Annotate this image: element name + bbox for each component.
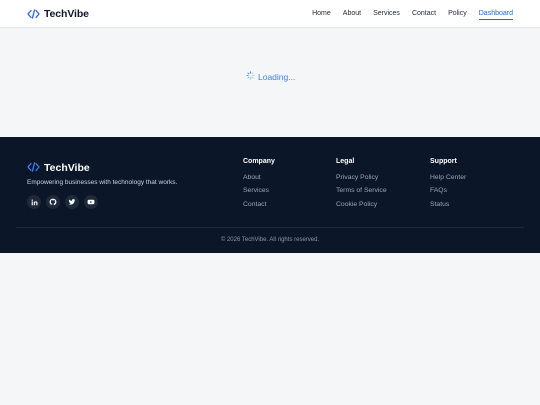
nav-home[interactable]: Home	[312, 8, 331, 19]
footer-divider	[16, 227, 524, 228]
nav-contact[interactable]: Contact	[412, 8, 436, 19]
site-footer: TechVibe Empowering businesses with tech…	[0, 137, 540, 253]
footer-column-support: Support Help Center FAQs Status	[430, 158, 466, 214]
github-link[interactable]	[46, 195, 60, 209]
spinner-icon	[246, 71, 255, 82]
footer-link-help-center[interactable]: Help Center	[430, 174, 466, 181]
nav-services[interactable]: Services	[373, 8, 400, 19]
linkedin-icon	[31, 199, 38, 206]
linkedin-link[interactable]	[27, 195, 41, 209]
twitter-link[interactable]	[65, 195, 79, 209]
footer-column-title: Support	[430, 158, 457, 165]
site-header: TechVibe Home About Services Contact Pol…	[0, 0, 540, 27]
main-content: Loading...	[0, 27, 540, 137]
brand-name: TechVibe	[44, 7, 89, 20]
loading-text: Loading...	[258, 71, 296, 82]
footer-link-terms-of-service[interactable]: Terms of Service	[336, 187, 387, 194]
github-icon	[49, 198, 57, 206]
footer-link-services[interactable]: Services	[243, 187, 275, 194]
code-icon	[27, 159, 40, 177]
footer-link-about[interactable]: About	[243, 174, 275, 181]
nav-about[interactable]: About	[343, 8, 361, 19]
code-icon	[27, 8, 40, 19]
copyright-text: © 2026 TechVibe. All rights reserved.	[220, 237, 320, 243]
footer-column-company: Company About Services Contact	[243, 158, 275, 214]
footer-column-title: Legal	[336, 158, 355, 165]
twitter-icon	[68, 198, 76, 206]
social-links	[27, 195, 98, 209]
youtube-icon	[87, 198, 95, 206]
youtube-link[interactable]	[84, 195, 98, 209]
footer-link-contact[interactable]: Contact	[243, 201, 275, 208]
footer-tagline: Empowering businesses with technology th…	[27, 179, 178, 186]
footer-column-title: Company	[243, 158, 275, 165]
nav-dashboard[interactable]: Dashboard	[478, 8, 513, 20]
footer-link-cookie-policy[interactable]: Cookie Policy	[336, 201, 387, 208]
footer-link-faqs[interactable]: FAQs	[430, 187, 466, 194]
brand-logo-link[interactable]: TechVibe	[27, 8, 89, 20]
footer-link-privacy-policy[interactable]: Privacy Policy	[336, 174, 387, 181]
main-nav: Home About Services Contact Policy Dashb…	[300, 8, 513, 20]
nav-policy[interactable]: Policy	[448, 8, 467, 19]
footer-brand-name: TechVibe	[44, 162, 90, 174]
footer-brand-link[interactable]: TechVibe	[27, 159, 90, 177]
loading-indicator: Loading...	[246, 71, 295, 82]
footer-column-legal: Legal Privacy Policy Terms of Service Co…	[336, 158, 387, 214]
footer-link-status[interactable]: Status	[430, 201, 466, 208]
